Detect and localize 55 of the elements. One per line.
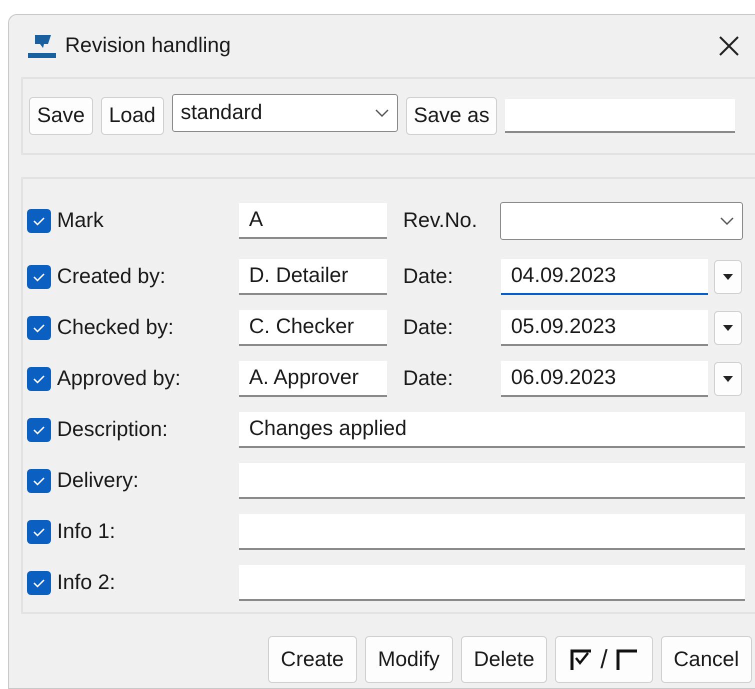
field-label: Date: [403, 314, 454, 341]
checkbox[interactable] [27, 520, 51, 544]
field-label: Delivery: [57, 468, 140, 494]
text-field[interactable]: D. Detailer [239, 258, 387, 294]
checkbox[interactable] [27, 570, 51, 594]
text-field[interactable] [239, 462, 745, 498]
action-button[interactable]: Cancel [660, 636, 752, 683]
text-field[interactable]: A [239, 203, 387, 239]
checkbox[interactable] [27, 209, 51, 233]
dropdown-button[interactable] [714, 260, 742, 294]
text-field[interactable]: C. Checker [239, 310, 387, 346]
text-field[interactable]: Changes applied [239, 412, 745, 448]
field-label: Created by: [57, 264, 167, 290]
caret-down-icon [723, 324, 733, 330]
empty-box-icon [616, 648, 638, 670]
checkbox[interactable] [27, 264, 51, 288]
rev-no-dropdown[interactable] [500, 202, 743, 240]
checkbox[interactable] [27, 468, 51, 492]
action-button[interactable]: Modify [364, 636, 453, 683]
caret-down-icon [723, 376, 733, 382]
action-button[interactable]: Delete [460, 636, 548, 683]
dropdown-button[interactable] [714, 362, 742, 396]
window-title: Revision handling [65, 33, 231, 60]
name-field[interactable] [505, 99, 736, 133]
text-field[interactable]: A. Approver [239, 360, 387, 396]
field-label: Date: [403, 366, 454, 392]
chevron-down-icon [374, 109, 389, 117]
checkbox[interactable] [27, 316, 51, 340]
toggle-all-button[interactable]: / [555, 636, 653, 683]
field-label: Info 2: [57, 570, 116, 596]
text-field[interactable] [239, 564, 745, 600]
field-label: Checked by: [57, 314, 175, 341]
chevron-down-icon [720, 217, 734, 225]
field-label: Description: [57, 416, 169, 443]
action-button[interactable]: Create [268, 636, 357, 683]
field-label: Mark [57, 208, 105, 234]
preset-dropdown[interactable]: standard [172, 94, 398, 132]
caret-down-icon [723, 274, 733, 280]
save-as-button[interactable]: Save as [406, 97, 498, 135]
field-label: Rev.No. [403, 208, 478, 234]
checkbox[interactable] [27, 366, 51, 390]
text-field[interactable] [239, 514, 745, 550]
date-field[interactable]: 05.09.2023 [501, 310, 708, 346]
checked-box-icon [570, 648, 592, 670]
dropdown-button[interactable] [714, 310, 742, 344]
field-label: Date: [403, 264, 454, 290]
field-label: Approved by: [57, 366, 182, 392]
close-icon [718, 34, 740, 57]
checkbox[interactable] [27, 418, 51, 442]
save-button[interactable]: Save [29, 97, 93, 135]
date-field[interactable]: 06.09.2023 [501, 360, 708, 396]
load-button[interactable]: Load [100, 97, 164, 135]
field-label: Info 1: [57, 518, 116, 545]
app-icon [27, 33, 57, 59]
date-field[interactable]: 04.09.2023 [501, 258, 708, 294]
